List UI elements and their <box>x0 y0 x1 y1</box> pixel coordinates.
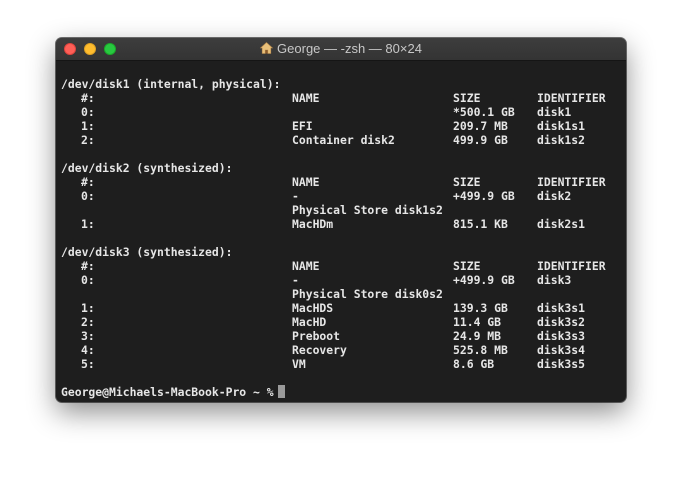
column-header-name: NAME <box>292 175 320 189</box>
partition-name: EFI <box>292 119 313 133</box>
partition-size: 11.4 GB <box>453 315 502 329</box>
disk-header-text: /dev/disk2 (synthesized): <box>61 161 233 175</box>
partition-size: +499.9 GB <box>453 273 515 287</box>
partition-size: 24.9 MB <box>453 329 502 343</box>
partition-identifier: disk2 <box>537 189 572 203</box>
partition-name: VM <box>292 357 306 371</box>
partition-number: 2: <box>81 315 95 329</box>
partition-number: 3: <box>81 329 95 343</box>
partition-identifier: disk3s5 <box>537 357 586 371</box>
partition-identifier: disk3s2 <box>537 315 586 329</box>
column-header-size: SIZE <box>453 91 481 105</box>
partition-size: 525.8 MB <box>453 343 508 357</box>
partition-name: Physical Store disk0s2 <box>292 287 443 301</box>
partition-name: MacHD <box>292 315 327 329</box>
partition-size: 499.9 GB <box>453 133 508 147</box>
home-icon <box>260 42 274 54</box>
window-title-text: George — -zsh — 80×24 <box>277 41 422 56</box>
partition-size: 815.1 KB <box>453 217 508 231</box>
text-cursor <box>277 385 285 398</box>
partition-name: - <box>292 273 299 287</box>
partition-name: MacHDS <box>292 301 334 315</box>
column-header-identifier: IDENTIFIER <box>537 91 606 105</box>
partition-number: 0: <box>81 189 95 203</box>
partition-identifier: disk3s3 <box>537 329 586 343</box>
partition-number: 5: <box>81 357 95 371</box>
partition-name: MacHDm <box>292 217 334 231</box>
partition-number: 4: <box>81 343 95 357</box>
column-header-identifier: IDENTIFIER <box>537 259 606 273</box>
partition-name: Physical Store disk1s2 <box>292 203 443 217</box>
partition-size: *500.1 GB <box>453 105 515 119</box>
partition-number: 1: <box>81 217 95 231</box>
partition-size: +499.9 GB <box>453 189 515 203</box>
partition-identifier: disk1s1 <box>537 119 586 133</box>
partition-number: 1: <box>81 119 95 133</box>
partition-number: 0: <box>81 105 95 119</box>
partition-identifier: disk1 <box>537 105 572 119</box>
partition-identifier: disk2s1 <box>537 217 586 231</box>
partition-name: Container disk2 <box>292 133 395 147</box>
partition-identifier: disk3s1 <box>537 301 586 315</box>
partition-number: 2: <box>81 133 95 147</box>
shell-prompt: George@Michaels-MacBook-Pro ~ % <box>61 385 285 399</box>
column-header-size: SIZE <box>453 259 481 273</box>
disk-header-text: /dev/disk1 (internal, physical): <box>61 77 281 91</box>
partition-size: 209.7 MB <box>453 119 508 133</box>
partition-name: Recovery <box>292 343 347 357</box>
column-header-number: #: <box>81 91 95 105</box>
partition-size: 8.6 GB <box>453 357 495 371</box>
column-header-number: #: <box>81 175 95 189</box>
title-bar[interactable]: George — -zsh — 80×24 <box>56 38 626 61</box>
partition-size: 139.3 GB <box>453 301 508 315</box>
partition-identifier: disk3s4 <box>537 343 586 357</box>
window-title: George — -zsh — 80×24 <box>56 38 626 60</box>
column-header-name: NAME <box>292 91 320 105</box>
partition-name: Preboot <box>292 329 341 343</box>
column-header-identifier: IDENTIFIER <box>537 175 606 189</box>
column-header-number: #: <box>81 259 95 273</box>
partition-identifier: disk1s2 <box>537 133 586 147</box>
column-header-size: SIZE <box>453 175 481 189</box>
disk-header-text: /dev/disk3 (synthesized): <box>61 245 233 259</box>
column-header-name: NAME <box>292 259 320 273</box>
partition-number: 0: <box>81 273 95 287</box>
partition-name: - <box>292 189 299 203</box>
partition-identifier: disk3 <box>537 273 572 287</box>
terminal-window: George — -zsh — 80×24 /dev/disk1 (intern… <box>56 38 626 402</box>
partition-number: 1: <box>81 301 95 315</box>
